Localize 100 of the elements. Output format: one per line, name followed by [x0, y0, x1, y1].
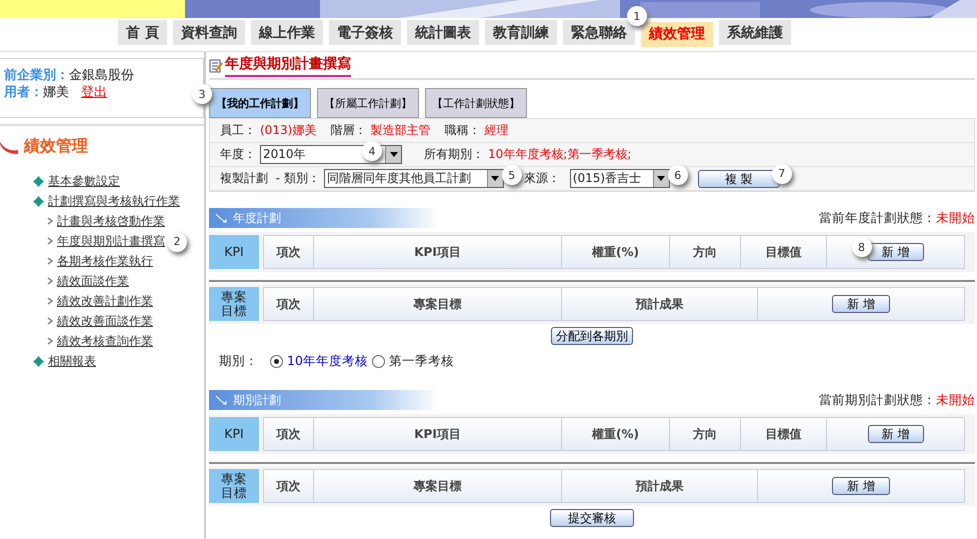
- column-header: 專案目標: [314, 288, 562, 320]
- column-header: 項次: [264, 470, 314, 502]
- add-button[interactable]: 新 增: [832, 295, 890, 313]
- menu-title: 績效管理: [24, 136, 88, 157]
- column-header: 項次: [264, 288, 314, 320]
- column-header: 項次: [264, 418, 314, 450]
- distribute-button[interactable]: 分配到各期別: [551, 327, 633, 345]
- diamond-icon: [33, 196, 44, 206]
- menu-link[interactable]: 績效改善計劃作業: [57, 292, 153, 310]
- radio-button[interactable]: [372, 354, 385, 368]
- field-value: 10年年度考核;第一季考核;: [488, 146, 632, 163]
- radio-label[interactable]: 第一季考核: [388, 352, 454, 370]
- chevron-icon: [47, 277, 53, 285]
- chevron-icon: [47, 337, 53, 345]
- user-name: 娜美: [43, 85, 69, 100]
- status-value: 未開始: [936, 210, 975, 224]
- chevron-icon: [47, 257, 53, 265]
- column-header: KPI項目: [314, 236, 562, 268]
- dropdown[interactable]: 同階層同年度其他員工計劃: [324, 169, 504, 188]
- nav-tab[interactable]: 教育訓練: [484, 20, 557, 45]
- step-callout: 5: [502, 165, 522, 185]
- column-header: KPI項目: [314, 418, 562, 450]
- column-header: 項次: [264, 236, 314, 268]
- status-label: 當前年度計劃狀態：: [819, 210, 936, 224]
- tab[interactable]: 【工作計劃狀態】: [425, 88, 527, 118]
- tab[interactable]: 【我的工作計劃】: [209, 88, 311, 118]
- section-title: 年度計劃: [233, 210, 281, 226]
- chevron-icon: [47, 297, 53, 305]
- field-label: 前企業別：: [4, 68, 69, 83]
- copy-button[interactable]: 複 製: [698, 170, 780, 188]
- field-label: 期別：: [219, 352, 258, 370]
- row-header: 專案目標: [209, 469, 259, 503]
- step-callout: 6: [668, 165, 688, 185]
- column-header: 預計成果: [562, 470, 758, 502]
- add-button[interactable]: 新 增: [832, 477, 890, 495]
- menu-link[interactable]: 計畫與考核啓動作業: [57, 212, 165, 230]
- nav-tab[interactable]: 線上作業: [250, 20, 323, 45]
- nav-tab[interactable]: 系統維護: [718, 20, 791, 45]
- step-callout: 8: [852, 237, 872, 257]
- column-header: 方向: [670, 236, 741, 268]
- diamond-icon: [33, 356, 44, 366]
- menu-link[interactable]: 績效改善面談作業: [57, 312, 153, 330]
- nav-tab[interactable]: 統計圖表: [406, 20, 479, 45]
- menu-link[interactable]: 績效考核查詢作業: [57, 332, 153, 350]
- diamond-icon: [33, 176, 44, 186]
- field-label: 年度：: [220, 146, 256, 163]
- menu-link[interactable]: 各期考核作業執行: [57, 252, 153, 270]
- dropdown-arrow-icon: [390, 152, 398, 157]
- nav-tab[interactable]: 首 頁: [118, 20, 167, 45]
- logout-link[interactable]: 登出: [81, 85, 107, 100]
- status-label: 當前期別計劃狀態：: [819, 392, 936, 406]
- submit-button[interactable]: 提交審核: [550, 509, 634, 527]
- notepad-icon: [209, 59, 223, 73]
- field-label: 用者：: [4, 85, 43, 100]
- field-label: 複製計劃 - 類別：: [220, 170, 320, 187]
- dropdown[interactable]: (015)香吉士: [570, 169, 670, 188]
- column-header: 預計成果: [562, 288, 758, 320]
- column-header: 專案目標: [314, 470, 562, 502]
- column-header: 方向: [670, 418, 741, 450]
- column-header: 目標值: [741, 418, 827, 450]
- nav-tab[interactable]: 電子簽核: [328, 20, 401, 45]
- nav-tab[interactable]: 緊急聯絡: [562, 20, 635, 45]
- field-label: 員工：: [220, 122, 256, 139]
- chevron-icon: [47, 237, 53, 245]
- column-header: 權重(%): [562, 236, 670, 268]
- tab[interactable]: 【所屬工作計劃】: [317, 88, 419, 118]
- chevron-icon: [47, 317, 53, 325]
- status-value: 未開始: [936, 392, 975, 406]
- company-name: 金銀島股份: [69, 68, 134, 83]
- add-button[interactable]: 新 增: [868, 243, 924, 261]
- radio-button[interactable]: [270, 354, 283, 368]
- menu-link[interactable]: 績效面談作業: [57, 272, 129, 290]
- step-callout: 3: [192, 84, 212, 104]
- nav-tab[interactable]: 績效管理: [640, 22, 713, 46]
- menu-link[interactable]: 相關報表: [48, 352, 96, 370]
- field-label: 階層：: [330, 122, 366, 139]
- step-callout: 7: [772, 164, 792, 184]
- row-header: 專案目標: [209, 287, 259, 321]
- row-header: KPI: [209, 417, 259, 451]
- field-label: 來源：: [524, 170, 560, 187]
- field-label: 所有期別：: [424, 146, 484, 163]
- dropdown-arrow-icon: [491, 176, 500, 181]
- column-header: 目標值: [741, 236, 827, 268]
- menu-link[interactable]: 計劃撰寫與考核執行作業: [48, 192, 180, 210]
- step-callout: 2: [167, 232, 187, 252]
- section-title: 期別計劃: [233, 392, 281, 408]
- field-value: (013)娜美: [260, 122, 316, 139]
- add-button[interactable]: 新 增: [868, 425, 924, 443]
- field-value: 製造部主管: [370, 122, 430, 139]
- field-label: 職稱：: [444, 122, 480, 139]
- menu-link[interactable]: 年度與期別計畫撰寫: [57, 232, 165, 250]
- dropdown-arrow-icon: [657, 176, 666, 181]
- radio-label[interactable]: 10年年度考核: [287, 352, 368, 370]
- page-title: 年度與期別計畫撰寫: [225, 55, 351, 77]
- chevron-icon: [47, 217, 53, 225]
- field-value: 經理: [484, 122, 508, 139]
- row-header: KPI: [209, 235, 259, 269]
- menu-link[interactable]: 基本參數設定: [48, 172, 120, 190]
- column-header: 權重(%): [562, 418, 670, 450]
- nav-tab[interactable]: 資料查詢: [172, 20, 245, 45]
